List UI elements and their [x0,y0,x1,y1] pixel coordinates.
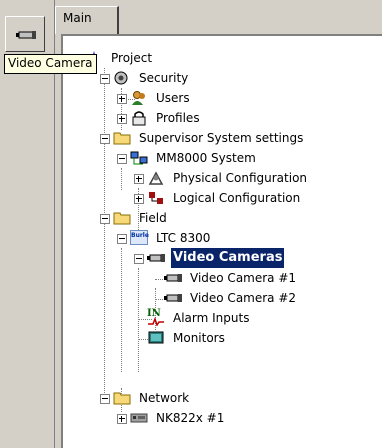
video-camera-icon [16,31,36,39]
tree-line [138,268,139,372]
tree-label: Network [139,391,190,405]
lock-icon [132,111,146,126]
tree-label: Video Camera #1 [190,271,297,285]
video-camera-icon [147,254,165,262]
tree-label: Security [139,71,189,85]
tooltip: Video Camera [4,54,97,74]
monitor-icon [148,331,164,344]
tree-label: Profiles [156,111,200,125]
folder-icon [113,212,131,225]
tree-label: LTC 8300 [156,231,211,245]
expand-toggle[interactable] [134,174,144,184]
tree-label-selected: Video Cameras [171,248,285,268]
tree-line [104,68,105,393]
expand-toggle[interactable] [117,414,127,424]
network-device-icon [130,413,148,423]
physical-configuration-icon [148,171,164,185]
collapse-toggle[interactable] [100,74,110,84]
expand-toggle[interactable] [117,114,127,124]
collapse-toggle[interactable] [100,134,110,144]
tree-line [121,168,122,190]
collapse-toggle[interactable] [100,394,110,404]
burle-logo-icon: Burle [130,230,149,245]
security-icon [114,71,128,85]
expand-toggle[interactable] [134,194,144,204]
tree-label: Users [156,91,190,105]
tree-label: Supervisor System settings [139,131,304,145]
users-icon [132,91,145,105]
tree-label: Video Camera #2 [190,291,297,305]
tab-main-label: Main [63,11,92,25]
tree-panel: Project Security Users Profiles Supervis… [61,34,382,448]
network-computers-icon [130,151,148,165]
tree-label: Field [139,211,167,225]
video-camera-icon [164,294,182,302]
collapse-toggle[interactable] [117,154,127,164]
folder-icon [113,392,131,405]
folder-icon [113,132,131,145]
collapse-toggle[interactable] [117,234,127,244]
collapse-toggle[interactable] [134,254,144,264]
tree-label: Project [111,51,153,65]
collapse-toggle[interactable] [100,214,110,224]
logical-configuration-icon [149,192,163,204]
tree-label: Monitors [173,331,225,345]
tree-label: Alarm Inputs [173,311,250,325]
tree-label: Logical Configuration [173,191,301,205]
tab-main[interactable]: Main [55,6,119,34]
tree-label: MM8000 System [156,151,256,165]
video-camera-toolbar-button[interactable] [5,16,45,52]
tree-label: Physical Configuration [173,171,308,185]
tree-line [121,248,122,372]
expand-toggle[interactable] [117,94,127,104]
alarm-input-pulse-icon [148,316,164,326]
tooltip-text: Video Camera [8,56,93,70]
video-camera-icon [164,274,182,282]
tree-label: NK822x #1 [156,411,225,425]
